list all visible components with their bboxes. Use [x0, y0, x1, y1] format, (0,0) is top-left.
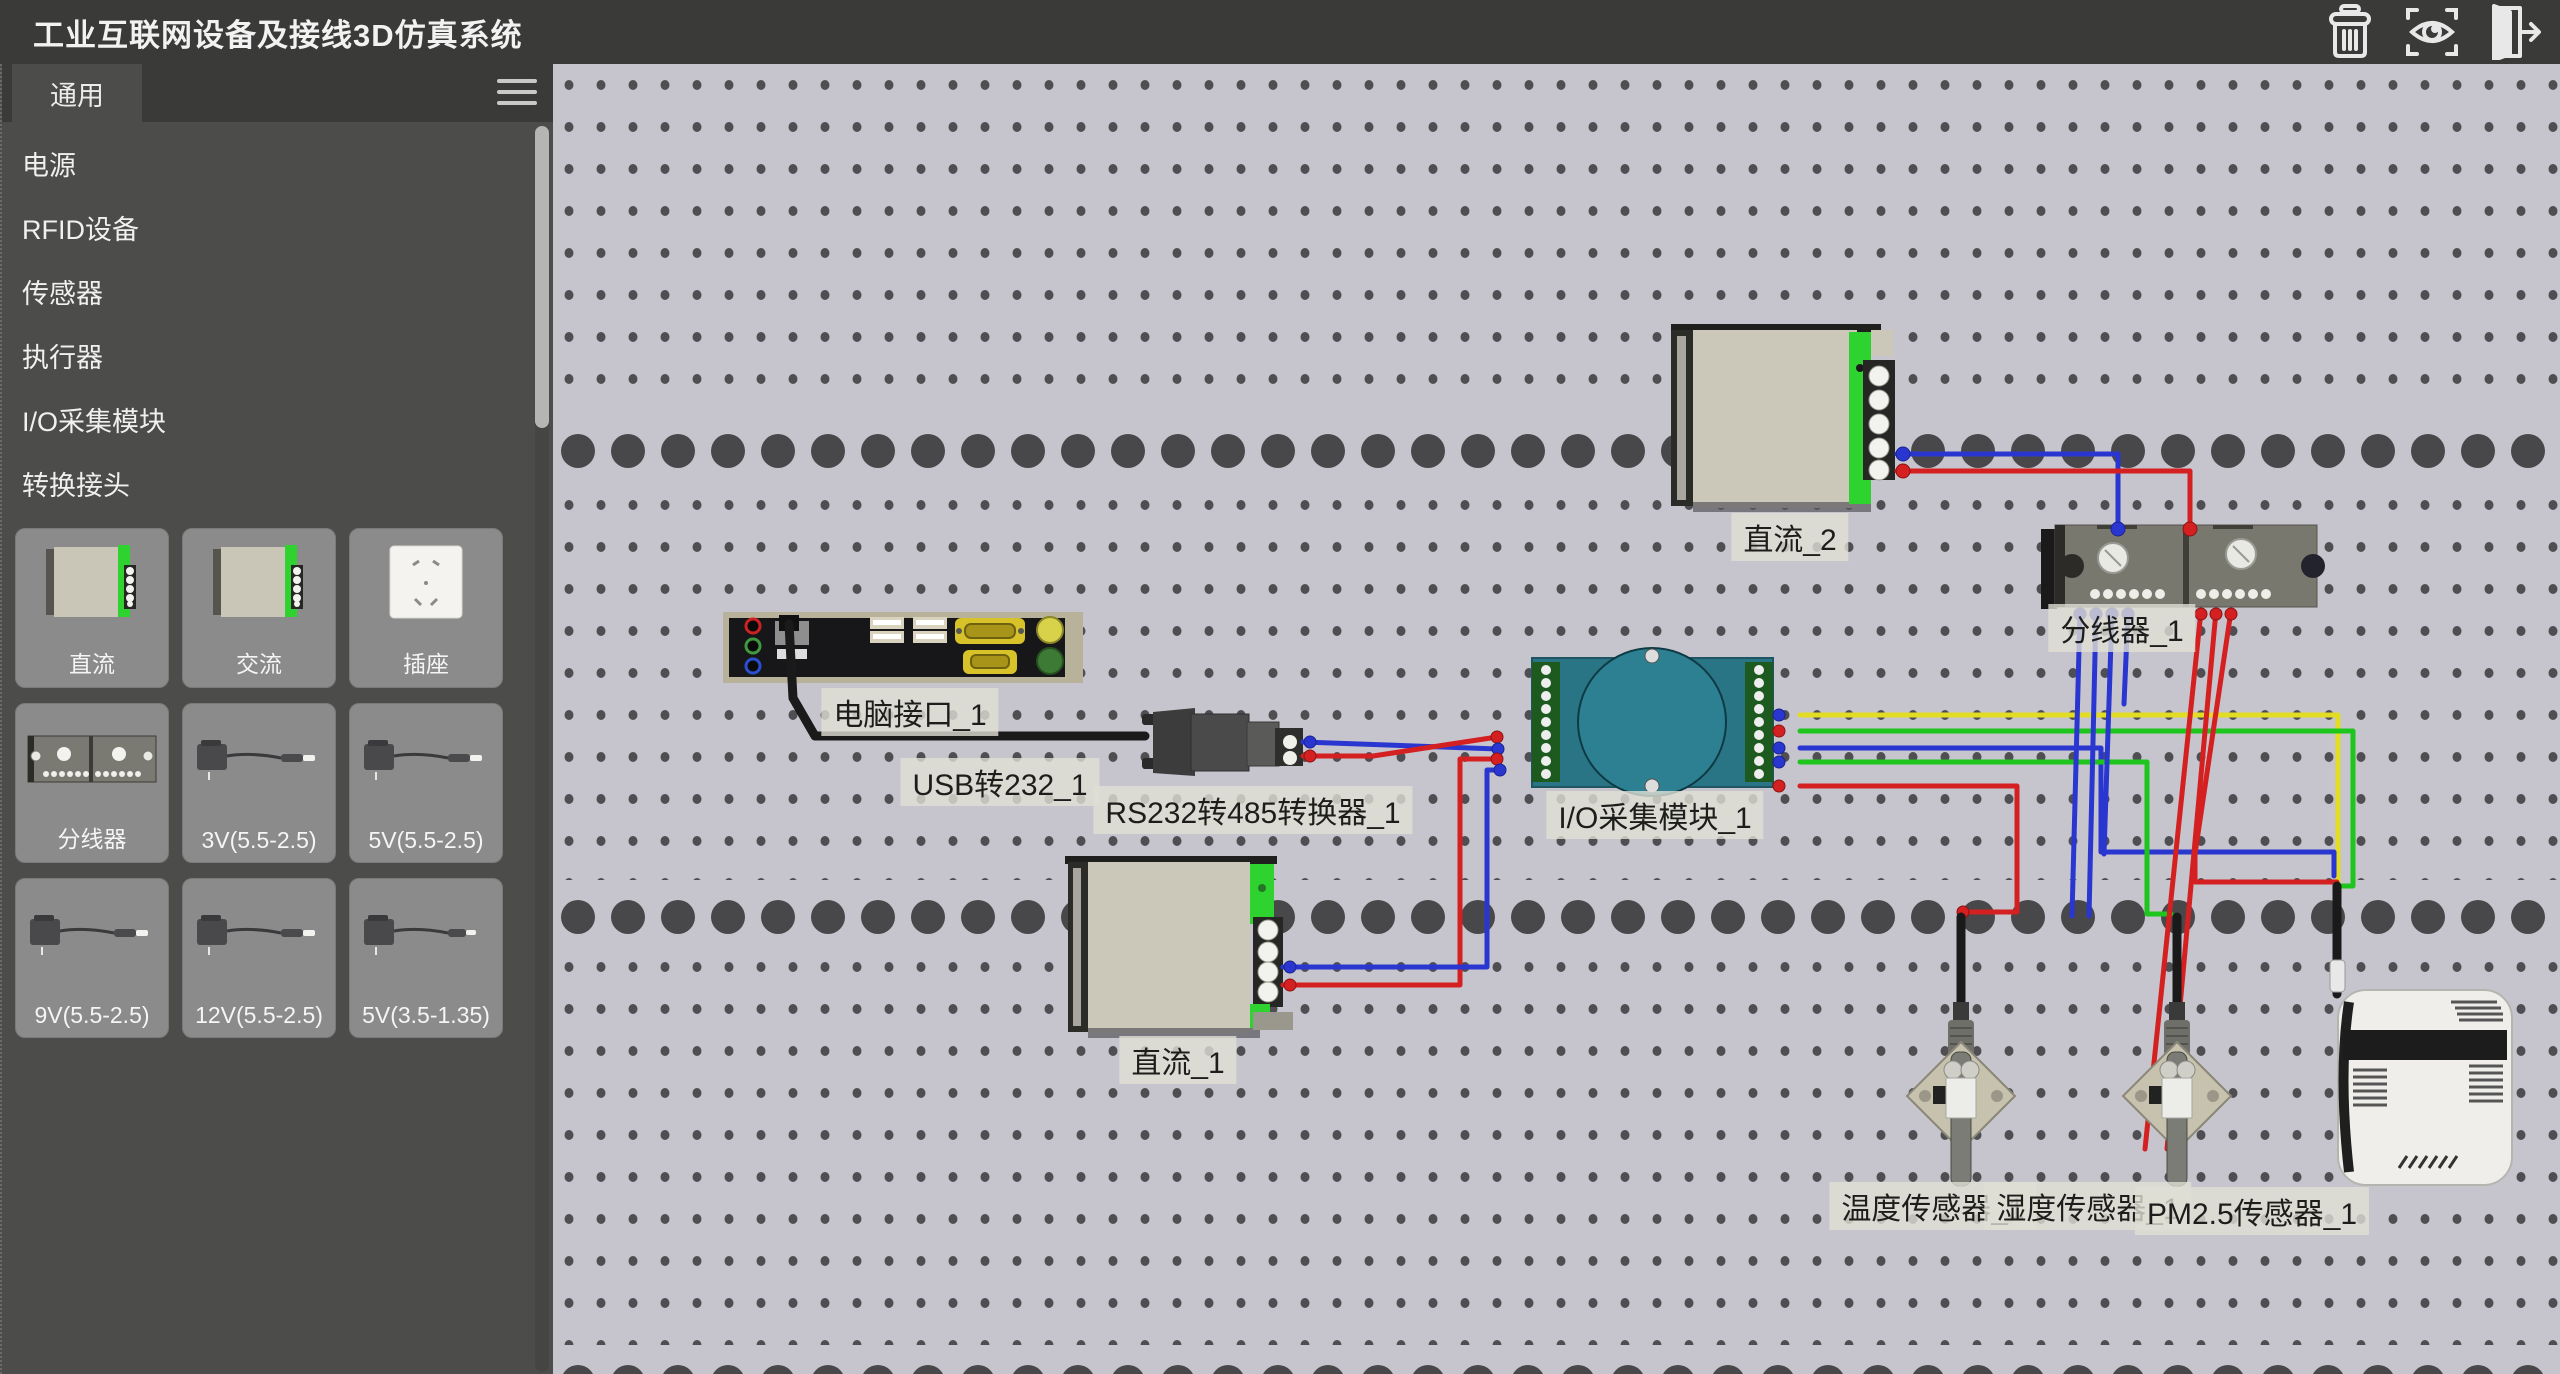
device-dc-power-1[interactable] [1065, 856, 1293, 1038]
device-label-dc-1: 直流_1 [1119, 1036, 1236, 1084]
palette-label: 9V(5.5-2.5) [16, 1002, 168, 1029]
exit-door-icon [2484, 4, 2544, 60]
device-pm25-sensor[interactable] [2330, 960, 2512, 1185]
category-actuators[interactable]: 执行器 [2, 326, 553, 390]
adapter-thumb [191, 893, 327, 973]
trash-icon [2321, 4, 2379, 60]
exit-button[interactable] [2484, 4, 2544, 60]
category-power[interactable]: 电源 [2, 134, 553, 198]
category-adapters[interactable]: 转换接头 [2, 454, 553, 518]
palette-item-12v[interactable]: 12V(5.5-2.5) [182, 878, 336, 1038]
device-io-module[interactable] [1532, 648, 1773, 796]
ac-power-thumb [211, 543, 307, 627]
device-label-splitter-1: 分线器_1 [2048, 604, 2195, 652]
device-palette: 直流 交流 [15, 528, 542, 1038]
palette-item-dc[interactable]: 直流 [15, 528, 169, 688]
palette-item-ac[interactable]: 交流 [182, 528, 336, 688]
scrollbar-thumb[interactable] [535, 126, 549, 428]
splitter-thumb [24, 718, 160, 798]
simulation-canvas[interactable]: 直流_2 分线器_1 电脑接口_1 USB转232_1 RS232转485转换器… [553, 64, 2560, 1374]
view-button[interactable] [2402, 4, 2462, 60]
delete-button[interactable] [2320, 4, 2380, 60]
palette-item-5v-small[interactable]: 5V(3.5-1.35) [349, 878, 503, 1038]
palette-label: 插座 [350, 645, 502, 679]
app-window: 工业互联网设备及接线3D仿真系统 [0, 0, 2560, 1374]
sidebar: 通用 电源 RFID设备 传感器 执行器 I/O采集模块 转换接头 [0, 64, 553, 1374]
device-label-pm25-sensor-1: PM2.5传感器_1 [2135, 1187, 2369, 1235]
adapter-thumb [191, 718, 327, 798]
device-pc-interface[interactable] [723, 612, 1083, 683]
socket-thumb [387, 543, 465, 623]
palette-item-socket[interactable]: 插座 [349, 528, 503, 688]
palette-label: 分线器 [16, 820, 168, 854]
device-label-dc-2: 直流_2 [1731, 513, 1848, 561]
palette-label: 5V(3.5-1.35) [350, 1002, 502, 1029]
palette-label: 12V(5.5-2.5) [183, 1002, 335, 1029]
device-label-io-module-1: I/O采集模块_1 [1546, 791, 1763, 839]
header-bar: 工业互联网设备及接线3D仿真系统 [0, 0, 2560, 64]
header-toolbar [2320, 4, 2544, 60]
app-title: 工业互联网设备及接线3D仿真系统 [33, 10, 523, 55]
category-rfid[interactable]: RFID设备 [2, 198, 553, 262]
palette-item-9v[interactable]: 9V(5.5-2.5) [15, 878, 169, 1038]
device-label-usb-232-1: USB转232_1 [900, 758, 1099, 806]
adapter-thumb [24, 893, 160, 973]
adapter-thumb [358, 893, 494, 973]
palette-item-3v[interactable]: 3V(5.5-2.5) [182, 703, 336, 863]
device-splitter[interactable] [2041, 525, 2325, 609]
device-label-rs232-485-1: RS232转485转换器_1 [1093, 786, 1412, 834]
palette-label: 交流 [183, 645, 335, 679]
palette-label: 直流 [16, 645, 168, 679]
palette-label: 5V(5.5-2.5) [350, 827, 502, 854]
eye-view-icon [2404, 4, 2460, 60]
tab-general[interactable]: 通用 [12, 64, 142, 122]
category-io-modules[interactable]: I/O采集模块 [2, 390, 553, 454]
palette-item-splitter[interactable]: 分线器 [15, 703, 169, 863]
device-dc-power-2[interactable] [1671, 324, 1895, 512]
device-label-pc-interface-1: 电脑接口_1 [821, 688, 998, 736]
dc-power-thumb [44, 543, 140, 627]
sidebar-tabstrip: 通用 [2, 64, 553, 122]
palette-item-5v[interactable]: 5V(5.5-2.5) [349, 703, 503, 863]
palette-label: 3V(5.5-2.5) [183, 827, 335, 854]
hamburger-icon[interactable] [497, 79, 537, 112]
category-sensors[interactable]: 传感器 [2, 262, 553, 326]
category-menu: 电源 RFID设备 传感器 执行器 I/O采集模块 转换接头 [2, 122, 553, 518]
adapter-thumb [358, 718, 494, 798]
